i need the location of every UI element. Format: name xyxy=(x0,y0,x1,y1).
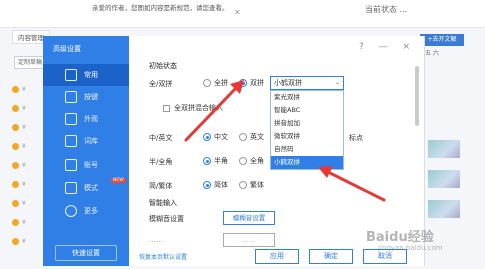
radio-selected-icon xyxy=(203,181,211,189)
dialog-title-tools[interactable]: ? — × xyxy=(359,42,416,52)
radio-icon xyxy=(239,181,247,189)
thumbnail-image[interactable] xyxy=(428,200,460,218)
apply-button[interactable]: 应用 xyxy=(255,249,299,264)
sidebar-title: 高级设置 xyxy=(53,45,81,53)
watermark-logo: Baidu经验 xyxy=(366,230,434,245)
radio-icon xyxy=(203,79,211,87)
radio-half-width[interactable]: 半角 xyxy=(203,156,228,166)
radio-traditional[interactable]: 繁体 xyxy=(239,180,264,190)
radio-simplified[interactable]: 简体 xyxy=(203,180,228,190)
full-double-label: 全/双拼 xyxy=(149,80,173,88)
dropdown-option[interactable]: 自然码 xyxy=(271,143,343,156)
start-writing-button[interactable]: +去开文解 xyxy=(420,34,464,46)
fuzzy-settings-button[interactable]: 模糊音设置 xyxy=(223,211,275,225)
header-status: 当前状态 ... xyxy=(365,5,408,14)
coin-icon xyxy=(12,200,19,207)
coin-icon xyxy=(12,143,19,150)
coin-icon xyxy=(12,238,19,245)
sidebar-item-common[interactable]: 常用 xyxy=(43,64,129,86)
background-header: 亲爱的作者，您图如内容是新规范，请您查看。 ✕ 当前状态 ... xyxy=(0,0,485,28)
dropdown-option[interactable]: 智能ABC xyxy=(271,104,343,117)
shirt-icon xyxy=(65,113,77,125)
thumbnail-image[interactable] xyxy=(428,140,460,158)
sidebar-item-keys[interactable]: 按键 xyxy=(43,86,129,108)
simp-trad-label: 简/繁体 xyxy=(149,182,173,190)
chevron-down-icon: ⌄ xyxy=(334,79,340,86)
ok-button[interactable]: 确定 xyxy=(309,249,353,264)
sidebar-item-mode[interactable]: 模式 NEW xyxy=(43,177,129,199)
sidebar-item-account[interactable]: 账号 xyxy=(43,154,129,176)
coin-icon xyxy=(12,181,19,188)
new-badge: NEW xyxy=(111,178,126,183)
coin-icon xyxy=(12,162,19,169)
section-initial-state: 初始状态 xyxy=(149,62,177,70)
word-assoc-button[interactable]: …… xyxy=(223,233,275,247)
mode-icon xyxy=(65,182,77,194)
double-pinyin-scheme-select[interactable]: 小鹤双拼 ⌄ xyxy=(270,76,344,90)
punctuation-label: 标点 xyxy=(349,134,363,142)
user-icon xyxy=(65,159,77,171)
radio-full-pinyin[interactable]: 全拼 xyxy=(203,78,228,88)
sidebar-item-appearance[interactable]: 外观 xyxy=(43,108,129,130)
restore-defaults-link[interactable]: 恢复本页默认设置 xyxy=(139,252,187,261)
monitor-icon xyxy=(65,69,77,81)
dropdown-option[interactable]: 微软双拼 xyxy=(271,130,343,143)
settings-sidebar: 高级设置 常用 按键 外观 词库 账号 模式 NEW 更多 快速设置 xyxy=(43,36,129,266)
radio-icon xyxy=(239,157,247,165)
scrollbar[interactable] xyxy=(415,66,419,126)
radio-chinese[interactable]: 中文 xyxy=(203,132,228,142)
coin-icon xyxy=(12,105,19,112)
thumbnail-column xyxy=(428,140,460,230)
sidebar-item-dictionary[interactable]: 词库 xyxy=(43,130,129,152)
section-smart-input: 智能输入 xyxy=(149,199,177,207)
mixed-input-checkbox[interactable]: 全双拼混合输入 xyxy=(163,103,223,113)
radio-double-pinyin[interactable]: 双拼 xyxy=(239,78,264,88)
coin-icon xyxy=(12,219,19,226)
fuzzy-label: 模糊音设置 xyxy=(149,215,184,223)
radio-english[interactable]: 英文 xyxy=(239,132,264,142)
gear-icon xyxy=(65,205,77,217)
sidebar-item-more[interactable]: 更多 xyxy=(43,200,129,222)
coin-icon xyxy=(12,86,19,93)
coin-icon xyxy=(12,124,19,131)
radio-selected-icon xyxy=(203,157,211,165)
quick-setup-button[interactable]: 快速设置 xyxy=(55,245,117,261)
radio-full-width[interactable]: 全角 xyxy=(239,156,264,166)
watermark-url: jingyan.baidu.com xyxy=(378,244,443,252)
dropdown-option-selected[interactable]: 小鹤双拼 xyxy=(271,156,343,169)
checkbox-icon xyxy=(163,104,170,112)
half-full-label: 半/全角 xyxy=(149,158,173,166)
radio-icon xyxy=(239,133,247,141)
scheme-dropdown-list: 紫光双拼 智能ABC 拼音加加 微软双拼 自然码 小鹤双拼 xyxy=(270,90,344,170)
cn-en-label: 中/英文 xyxy=(149,134,173,142)
notice-message: 亲爱的作者，您图如内容是新规范，请您查看。 xyxy=(92,4,229,12)
calendar: 五 六 xyxy=(425,48,460,57)
calendar-header: 五 六 xyxy=(425,50,439,57)
dictionary-icon xyxy=(65,135,77,147)
radio-selected-icon xyxy=(203,133,211,141)
thumbnail-image[interactable] xyxy=(428,170,460,188)
word-assoc-label: …… xyxy=(149,236,163,244)
dropdown-option[interactable]: 紫光双拼 xyxy=(271,91,343,104)
keyboard-icon xyxy=(65,91,77,103)
dropdown-option[interactable]: 拼音加加 xyxy=(271,117,343,130)
close-notice-icon[interactable]: ✕ xyxy=(234,8,241,17)
radio-selected-icon xyxy=(239,79,247,87)
